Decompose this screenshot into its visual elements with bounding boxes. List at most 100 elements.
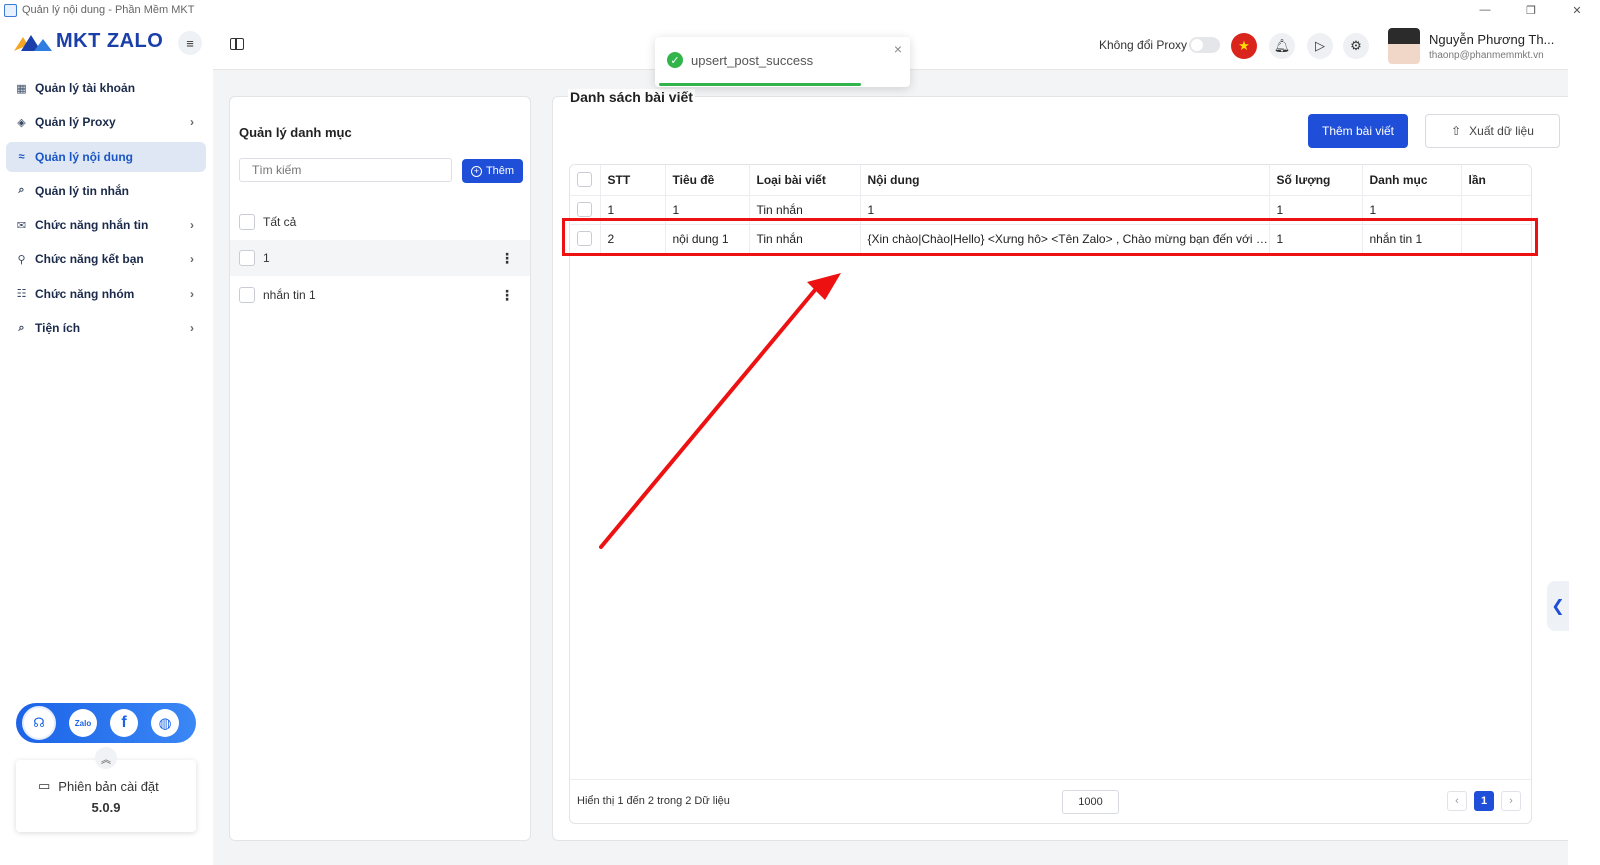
brand-name: MKT ZALO <box>56 30 164 52</box>
posts-panel: Danh sách bài viết Thêm bài viết ⇧ Xuất … <box>552 89 1575 841</box>
category-search-input[interactable] <box>239 158 452 182</box>
sidebar-item-label: Chức năng nhắn tin <box>35 218 149 233</box>
table-header-row: STT Tiêu đề Loại bài viết Nội dung Số lư… <box>570 165 1531 196</box>
column-header[interactable]: Nội dung <box>860 165 1270 196</box>
column-header[interactable]: Tiêu đề <box>665 165 750 196</box>
layout-toggle-icon[interactable] <box>230 38 244 50</box>
avatar <box>1388 28 1420 64</box>
close-icon[interactable]: × <box>894 41 902 57</box>
chevron-left-icon[interactable]: ❮ <box>1547 581 1569 631</box>
page-size-select[interactable]: 1000 <box>1062 790 1119 814</box>
edit-lines-icon: ≈ <box>18 150 25 163</box>
add-category-button[interactable]: + Thêm <box>462 159 523 183</box>
window-titlebar: Quản lý nội dung - Phần Mềm MKT — ❐ ✕ <box>0 0 1600 20</box>
sidebar-item-label: Quản lý nội dung <box>35 149 133 164</box>
sidebar-item-label: Quản lý tin nhắn <box>35 183 130 198</box>
column-header[interactable]: lần <box>1461 165 1531 196</box>
globe-icon[interactable]: ◍ <box>151 709 179 737</box>
version-card: ▭ Phiên bản cài đặt 5.0.9 <box>16 760 196 832</box>
search-message-icon: ⌕ <box>18 184 25 197</box>
brand-logo[interactable]: MKT ZALO <box>14 30 163 53</box>
sidebar-item-utilities[interactable]: ⌕ Tiện ích › <box>6 313 206 343</box>
add-post-button[interactable]: Thêm bài viết <box>1308 114 1408 148</box>
menu-toggle-button[interactable]: ≡ <box>178 31 202 55</box>
export-button[interactable]: ⇧ Xuất dữ liệu <box>1425 114 1560 148</box>
category-item-all[interactable]: Tất cả <box>230 204 530 240</box>
toast-progress <box>659 83 861 86</box>
gear-icon[interactable]: ⚙ <box>1343 33 1369 59</box>
user-email: thaonp@phanmemmkt.vn <box>1429 49 1544 61</box>
highlight-box <box>562 218 1538 256</box>
sidebar-nav: ▦ Quản lý tài khoản ◈ Quản lý Proxy › ≈ … <box>6 73 206 347</box>
version-number: 5.0.9 <box>91 800 121 815</box>
sidebar-item-proxy[interactable]: ◈ Quản lý Proxy › <box>6 107 206 137</box>
facebook-icon[interactable]: f <box>110 709 138 737</box>
minimize-button[interactable]: — <box>1462 0 1508 20</box>
column-header[interactable]: STT <box>600 165 666 196</box>
version-label-text: Phiên bản cài đặt <box>58 778 159 794</box>
sidebar-item-label: Tiện ích <box>35 321 81 336</box>
prev-page-button[interactable]: ‹ <box>1447 791 1467 811</box>
category-label: Tất cả <box>263 215 297 229</box>
sidebar-item-account[interactable]: ▦ Quản lý tài khoản <box>6 73 206 103</box>
column-header[interactable]: Số lượng <box>1269 165 1363 196</box>
more-vertical-icon[interactable]: ⋮ <box>500 250 514 267</box>
chevron-right-icon: › <box>190 286 194 301</box>
column-header[interactable]: Danh mục <box>1362 165 1462 196</box>
select-all-cell <box>570 165 601 196</box>
sidebar: MKT ZALO ≡ ▦ Quản lý tài khoản ◈ Quản lý… <box>0 20 213 865</box>
sidebar-item-groups[interactable]: ☷ Chức năng nhóm › <box>6 279 206 309</box>
checkbox[interactable] <box>239 214 255 230</box>
sidebar-item-messaging[interactable]: ✉ Chức năng nhắn tin › <box>6 210 206 240</box>
chevron-right-icon: › <box>190 218 194 233</box>
more-vertical-icon[interactable]: ⋮ <box>500 287 514 304</box>
table-footer: Hiển thị 1 đến 2 trong 2 Dữ liệu 1000 ‹ … <box>570 779 1531 823</box>
next-page-button[interactable]: › <box>1501 791 1521 811</box>
proxy-toggle[interactable] <box>1189 37 1220 53</box>
sidebar-item-friends[interactable]: ⚲ Chức năng kết bạn › <box>6 244 206 274</box>
upload-icon: ⇧ <box>1451 124 1462 138</box>
page-button[interactable]: 1 <box>1474 791 1494 811</box>
layers-icon: ◈ <box>17 116 26 129</box>
right-strip <box>1568 20 1600 865</box>
add-category-label: Thêm <box>485 165 515 177</box>
posts-table: STT Tiêu đề Loại bài viết Nội dung Số lư… <box>569 164 1532 824</box>
sidebar-item-label: Quản lý tài khoản <box>35 81 136 95</box>
select-all-checkbox[interactable] <box>577 172 592 188</box>
checkbox[interactable] <box>239 287 255 303</box>
pagination-info: Hiển thị 1 đến 2 trong 2 Dữ liệu <box>577 795 730 807</box>
proxy-label: Không đổi Proxy <box>1099 38 1188 52</box>
logo-mark-icon <box>14 34 52 51</box>
sidebar-item-label: Quản lý Proxy <box>35 115 116 130</box>
category-panel-title: Quản lý danh mục <box>239 125 352 140</box>
checkbox[interactable] <box>239 250 255 266</box>
vietnam-flag-icon[interactable]: ★ <box>1231 33 1257 59</box>
success-toast: ✓ upsert_post_success × <box>655 37 910 87</box>
chevron-up-icon[interactable]: ︽ <box>95 747 117 769</box>
sidebar-item-messages[interactable]: ⌕ Quản lý tin nhắn <box>6 176 206 206</box>
category-label: 1 <box>263 251 270 265</box>
group-icon: ☷ <box>16 288 27 301</box>
add-user-icon: ⚲ <box>17 253 26 266</box>
maximize-button[interactable]: ❐ <box>1508 0 1554 20</box>
row-checkbox[interactable] <box>577 202 592 218</box>
play-icon[interactable]: ▷ <box>1307 33 1333 59</box>
close-window-button[interactable]: ✕ <box>1554 0 1600 20</box>
bell-icon[interactable]: 🔔︎ <box>1269 33 1295 59</box>
toast-message: upsert_post_success <box>691 53 814 68</box>
column-header[interactable]: Loại bài viết <box>749 165 861 196</box>
category-label: nhắn tin 1 <box>263 288 316 302</box>
category-item[interactable]: 1 ⋮ <box>230 240 530 276</box>
category-panel: Quản lý danh mục + Thêm Tất cả 1 ⋮ nhắn … <box>229 96 531 841</box>
zalo-icon[interactable]: Zalo <box>69 709 97 737</box>
chevron-right-icon: › <box>190 252 194 267</box>
support-icon[interactable]: ☊ <box>22 706 56 740</box>
sidebar-item-label: Chức năng nhóm <box>35 286 135 301</box>
export-label: Xuất dữ liệu <box>1469 124 1534 138</box>
user-profile[interactable]: Nguyễn Phương Th... thaonp@phanmemmkt.vn <box>1388 26 1554 66</box>
utility-icon: ⌕ <box>18 321 25 334</box>
sidebar-item-content[interactable]: ≈ Quản lý nội dung <box>6 141 206 172</box>
check-circle-icon: ✓ <box>667 52 683 68</box>
category-item[interactable]: nhắn tin 1 ⋮ <box>230 277 530 313</box>
user-name: Nguyễn Phương Th... <box>1429 31 1555 47</box>
